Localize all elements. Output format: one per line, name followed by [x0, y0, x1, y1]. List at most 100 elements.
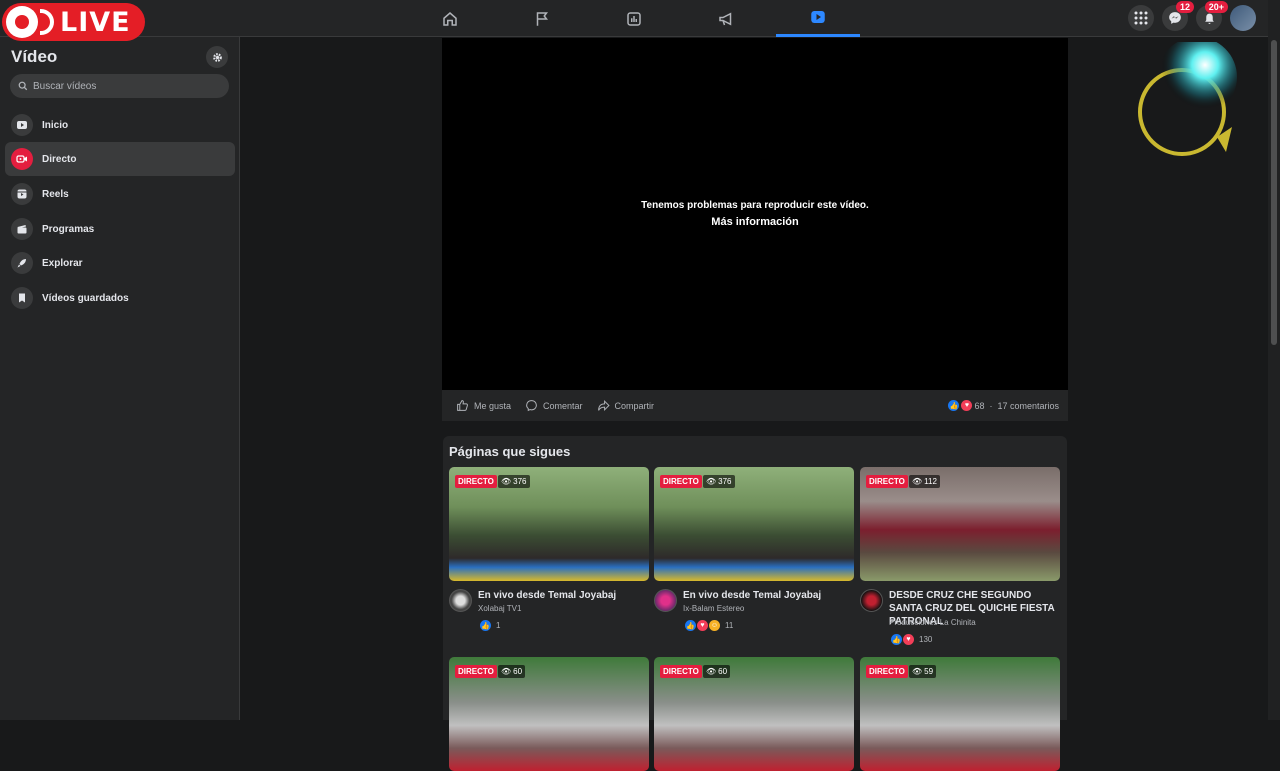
card-title[interactable]: En vivo desde Temal Joyabaj — [683, 589, 855, 602]
viewer-count-value: 112 — [924, 477, 937, 486]
sidebar-title: Vídeo — [11, 47, 58, 66]
page-avatar[interactable] — [654, 589, 677, 612]
card-page-name[interactable]: Xolabaj TV1 — [478, 604, 521, 613]
player-error-message: Tenemos problemas para reproducir este v… — [641, 200, 869, 211]
card-title[interactable]: En vivo desde Temal Joyabaj — [478, 589, 650, 602]
page-avatar[interactable] — [449, 589, 472, 612]
play-icon — [17, 121, 27, 129]
video-card[interactable]: DIRECTO 👁 59 — [860, 657, 1060, 771]
separator-dot: · — [989, 400, 993, 411]
channel-logo-watermark — [1138, 42, 1237, 156]
home-icon — [443, 11, 457, 26]
live-record-icon — [6, 6, 38, 38]
scrollbar-thumb[interactable] — [1271, 40, 1277, 345]
page-avatar[interactable] — [860, 589, 883, 612]
viewer-count-value: 376 — [718, 477, 732, 486]
video-thumbnail[interactable]: DIRECTO 👁 59 — [860, 657, 1060, 771]
reels-icon — [17, 189, 27, 199]
bookmark-icon — [19, 293, 25, 303]
video-player[interactable]: Tenemos problemas para reproducir este v… — [442, 38, 1068, 390]
play-icon-wrap — [11, 114, 33, 136]
sidebar-item-label: Reels — [42, 188, 69, 200]
live-badge: DIRECTO — [455, 475, 497, 488]
sidebar-item-label: Explorar — [42, 257, 83, 269]
video-card[interactable]: DIRECTO 👁 112 DESDE CRUZ CHE SEGUNDO SANT… — [860, 467, 1060, 645]
rocket-icon — [17, 259, 26, 268]
live-overlay-label: LIVE — [60, 6, 131, 38]
tab-home[interactable] — [408, 0, 492, 37]
video-thumbnail[interactable]: DIRECTO 👁 60 — [654, 657, 854, 771]
eye-icon: 👁 — [501, 667, 512, 676]
rocket-icon-wrap — [11, 252, 33, 274]
video-thumbnail[interactable]: DIRECTO 👁 112 — [860, 467, 1060, 581]
video-card[interactable]: DIRECTO 👁 60 — [449, 657, 649, 771]
gear-icon — [212, 52, 222, 62]
topbar-actions: 12 20+ — [1128, 1, 1256, 31]
notifications-badge: 20+ — [1204, 1, 1228, 13]
tab-stats[interactable] — [592, 0, 676, 37]
share-icon — [597, 399, 610, 412]
sidebar-item-label: Inicio — [42, 119, 69, 131]
haha-reaction-icon: ☺ — [709, 620, 720, 631]
card-page-name[interactable]: Producciones La Chinita — [889, 618, 976, 627]
sidebar-item-reels[interactable]: Reels — [5, 177, 235, 211]
card-reaction-count: 11 — [725, 621, 734, 630]
viewer-count-value: 60 — [513, 667, 523, 676]
more-info-link[interactable]: Más información — [442, 216, 1068, 228]
video-thumbnail[interactable]: DIRECTO 👁 376 — [449, 467, 649, 581]
card-page-name[interactable]: Ix-Balam Estereo — [683, 604, 744, 613]
sidebar-item-label: Programas — [42, 223, 95, 235]
stats-icon — [627, 11, 641, 26]
like-button[interactable]: Me gusta — [456, 399, 511, 412]
share-label: Compartir — [614, 400, 655, 411]
share-button[interactable]: Compartir — [597, 399, 655, 412]
viewer-count: 👁 376 — [498, 475, 530, 488]
tab-pages[interactable] — [500, 0, 584, 37]
video-thumbnail[interactable]: DIRECTO 👁 60 — [449, 657, 649, 771]
sidebar-item-explorar[interactable]: Explorar — [5, 246, 235, 280]
sidebar-item-inicio[interactable]: Inicio — [5, 108, 235, 142]
video-thumbnail[interactable]: DIRECTO 👁 376 — [654, 467, 854, 581]
section-title: Páginas que sigues — [449, 444, 571, 459]
sidebar-item-videos-guardados[interactable]: Vídeos guardados — [5, 281, 235, 315]
card-info: En vivo desde Temal Joyabaj Ix-Balam Est… — [654, 588, 854, 648]
card-reactions: 👍 ♥ 130 — [891, 634, 932, 645]
clapper-icon — [17, 225, 27, 234]
comment-button[interactable]: Comentar — [525, 399, 583, 412]
card-info: DESDE CRUZ CHE SEGUNDO SANTA CRUZ DEL QU… — [860, 588, 1060, 648]
viewer-count: 👁 59 — [909, 665, 937, 678]
viewer-count: 👁 60 — [498, 665, 526, 678]
like-reaction-icon: 👍 — [948, 400, 960, 411]
tab-ads[interactable] — [684, 0, 768, 37]
sidebar-item-programas[interactable]: Programas — [5, 212, 235, 246]
messenger-icon — [1169, 12, 1181, 24]
sidebar-item-directo[interactable]: Directo — [5, 142, 235, 176]
settings-button[interactable] — [206, 46, 228, 68]
card-reaction-count: 130 — [919, 635, 933, 644]
account-avatar[interactable] — [1230, 5, 1256, 31]
love-reaction-icon: ♥ — [903, 634, 914, 645]
messenger-badge: 12 — [1175, 1, 1194, 13]
card-reactions: 👍 ♥ ☺ 11 — [685, 620, 733, 631]
love-reaction-icon: ♥ — [961, 400, 973, 411]
tab-video[interactable] — [776, 0, 860, 37]
live-badge: DIRECTO — [660, 475, 702, 488]
menu-button[interactable] — [1128, 5, 1154, 31]
viewer-count: 👁 376 — [703, 475, 735, 488]
video-card[interactable]: DIRECTO 👁 60 — [654, 657, 854, 771]
comment-label: Comentar — [543, 400, 583, 411]
search-input[interactable] — [33, 80, 213, 92]
live-camera-icon-wrap — [11, 148, 33, 170]
video-card[interactable]: DIRECTO 👁 376 En vivo desde Temal Joyabaj… — [449, 467, 649, 631]
sidebar-item-label: Directo — [42, 153, 77, 165]
reactions-count: 68 — [974, 400, 985, 411]
like-reaction-icon: 👍 — [891, 634, 902, 645]
video-search[interactable] — [10, 74, 229, 98]
live-badge: DIRECTO — [660, 665, 702, 678]
comments-count[interactable]: 17 comentarios — [997, 401, 1059, 411]
notifications-button[interactable]: 20+ — [1196, 1, 1228, 31]
messenger-button[interactable]: 12 — [1162, 1, 1194, 31]
video-card[interactable]: DIRECTO 👁 376 En vivo desde Temal Joyabaj… — [654, 467, 854, 631]
page-scrollbar[interactable] — [1268, 0, 1280, 720]
reaction-summary[interactable]: 👍 ♥ 68 · 17 comentarios — [948, 400, 1059, 411]
